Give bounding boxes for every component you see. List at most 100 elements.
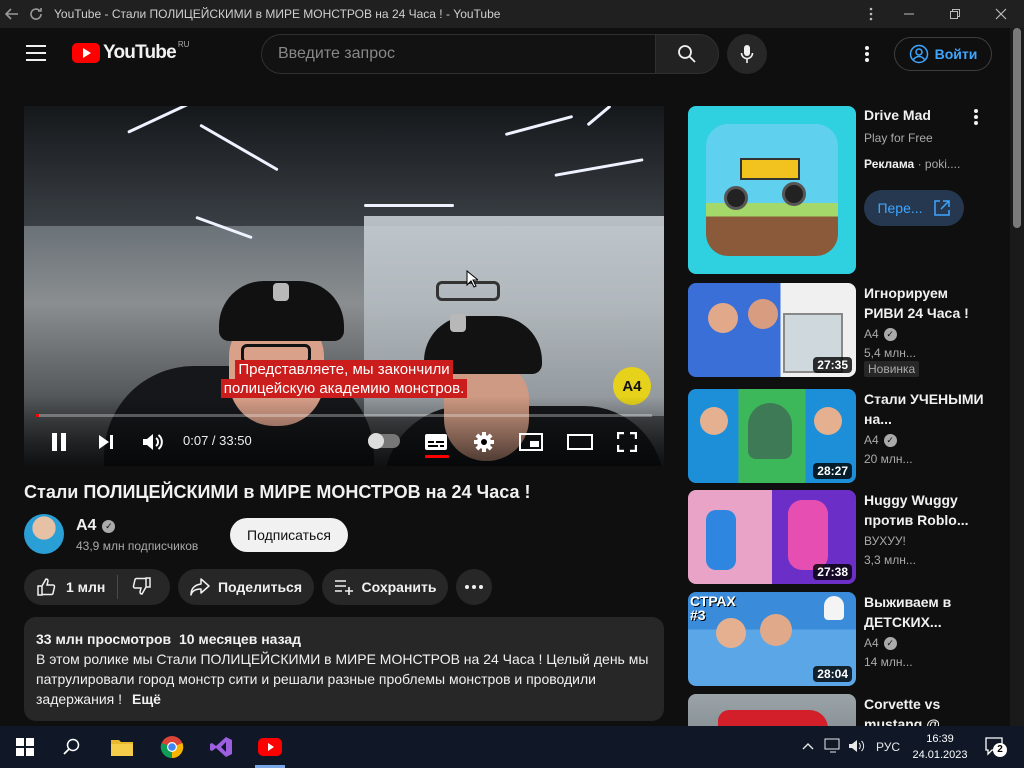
tray-overflow-icon[interactable] <box>802 740 814 754</box>
pause-icon <box>52 433 66 451</box>
reload-icon[interactable] <box>24 0 48 28</box>
channel-name[interactable]: ВУХУУ! <box>864 534 906 548</box>
video-thumbnail[interactable]: 27:38 <box>688 490 856 584</box>
progress-fill <box>36 414 39 417</box>
video-thumbnail[interactable] <box>688 694 856 726</box>
restore-icon[interactable] <box>932 0 978 28</box>
thumb-face <box>700 407 728 435</box>
settings-button[interactable] <box>472 431 496 453</box>
more-actions-button[interactable] <box>456 569 492 605</box>
ad-menu-icon[interactable] <box>970 108 982 128</box>
video-thumbnail[interactable]: СТРАХ #3 28:04 <box>688 592 856 686</box>
next-button[interactable] <box>95 431 117 453</box>
video-player[interactable]: Представляете, мы закончили полицейскую … <box>24 106 664 466</box>
time-display: 0:07 / 33:50 <box>183 433 252 448</box>
channel-name[interactable]: A4 <box>864 327 879 341</box>
search-icon <box>678 45 696 63</box>
taskbar-search-icon[interactable] <box>59 734 85 760</box>
ad-visit-button[interactable]: Пере... <box>864 190 964 226</box>
minimize-icon[interactable] <box>886 0 932 28</box>
dislike-button[interactable] <box>118 576 152 599</box>
network-icon[interactable] <box>824 738 842 757</box>
gear-icon <box>474 432 494 452</box>
fullscreen-button[interactable] <box>616 431 638 453</box>
ad-thumbnail[interactable] <box>688 106 856 274</box>
windows-start-icon[interactable] <box>12 734 38 760</box>
browser-menu-icon[interactable] <box>856 0 886 28</box>
video-title[interactable]: Выживаем в ДЕТСКИХ... <box>864 592 984 632</box>
recommended-video[interactable]: СТРАХ #3 28:04 Выживаем в ДЕТСКИХ... A4 ✓… <box>688 592 1008 686</box>
scrollbar-thumb[interactable] <box>1013 28 1021 228</box>
theater-mode-button[interactable] <box>567 431 593 453</box>
like-button[interactable]: 1 млн <box>24 575 118 599</box>
video-duration: 28:04 <box>813 666 852 682</box>
recommended-video[interactable]: Corvette vs mustang @... <box>688 694 1008 726</box>
verified-icon: ✓ <box>883 636 897 650</box>
subtitles-icon <box>425 434 447 450</box>
window-title: YouTube - Стали ПОЛИЦЕЙСКИМИ в МИРЕ МОНС… <box>54 7 501 21</box>
pause-button[interactable] <box>48 431 70 453</box>
video-title[interactable]: Corvette vs mustang @... <box>864 694 984 726</box>
subscribe-button[interactable]: Подписаться <box>230 518 348 552</box>
logo-region: RU <box>177 40 190 49</box>
video-title[interactable]: Huggy Wuggy против Roblo... <box>864 490 984 530</box>
recommended-video[interactable]: 28:27 Стали УЧЕНЫМИ на... A4 ✓ 20 млн... <box>688 389 1008 483</box>
more-dot <box>479 585 483 589</box>
close-icon[interactable] <box>978 0 1024 28</box>
channel-row: ВУХУУ! <box>864 534 906 548</box>
show-more-link[interactable]: Ещё <box>132 691 161 707</box>
truck-wheel <box>724 186 748 210</box>
miniplayer-button[interactable] <box>519 431 543 453</box>
next-icon <box>99 435 113 449</box>
recommended-video[interactable]: 27:35 Игнорируем РИВИ 24 Часа ! A4 ✓ 5,4 … <box>688 283 1008 377</box>
thumb-face <box>760 614 792 646</box>
youtube-header: YouTube RU Введите запрос Войти <box>0 28 1010 80</box>
system-clock[interactable]: 16:39 24.01.2023 <box>908 731 972 763</box>
video-title[interactable]: Стали УЧЕНЫМИ на... <box>864 389 984 429</box>
save-button[interactable]: Сохранить <box>322 569 448 605</box>
channel-name[interactable]: A4 <box>864 636 879 650</box>
thumbs-up-icon <box>37 578 56 596</box>
notification-center-icon[interactable]: 2 <box>984 736 1008 758</box>
volume-button[interactable] <box>142 431 164 453</box>
file-explorer-icon[interactable] <box>109 734 135 760</box>
microphone-icon <box>740 45 754 63</box>
login-button[interactable]: Войти <box>894 37 992 71</box>
menu-icon[interactable] <box>26 45 46 66</box>
ad-separator: · <box>917 157 922 171</box>
video-duration: 28:27 <box>813 463 852 479</box>
progress-bar[interactable] <box>36 414 652 417</box>
channel-avatar[interactable] <box>24 514 64 554</box>
ad-title[interactable]: Drive Mad <box>864 107 931 123</box>
volume-tray-icon[interactable] <box>848 738 866 757</box>
subtitles-button[interactable] <box>424 431 448 453</box>
description-text-row: В этом ролике мы Стали ПОЛИЦЕЙСКИМИ в МИ… <box>36 649 652 709</box>
description-text: В этом ролике мы Стали ПОЛИЦЕЙСКИМИ в МИ… <box>36 651 649 707</box>
ceiling-light <box>364 204 454 207</box>
input-language[interactable]: РУС <box>876 740 900 754</box>
search-button[interactable] <box>655 34 719 74</box>
ad-label: Реклама <box>864 157 915 171</box>
recommended-video[interactable]: 27:38 Huggy Wuggy против Roblo... ВУХУУ!… <box>688 490 1008 584</box>
settings-more-icon[interactable] <box>857 44 877 64</box>
share-button[interactable]: Поделиться <box>178 569 314 605</box>
voice-search-button[interactable] <box>727 34 767 74</box>
visual-studio-icon[interactable] <box>208 734 234 760</box>
thumb-red-car <box>718 710 828 726</box>
autoplay-toggle[interactable] <box>368 433 400 449</box>
logo-text: YouTube <box>103 42 177 63</box>
description-box[interactable]: 33 млн просмотров 10 месяцев назад В это… <box>24 617 664 721</box>
search-input[interactable]: Введите запрос <box>261 34 655 74</box>
youtube-logo[interactable]: YouTube RU <box>72 40 190 63</box>
page-scrollbar[interactable] <box>1010 28 1024 726</box>
video-title[interactable]: Игнорируем РИВИ 24 Часа ! <box>864 283 984 323</box>
video-thumbnail[interactable]: 27:35 <box>688 283 856 377</box>
chrome-icon[interactable] <box>159 734 185 760</box>
channel-name[interactable]: A4 <box>76 517 96 535</box>
video-thumbnail[interactable]: 28:27 <box>688 389 856 483</box>
channel-name[interactable]: A4 <box>864 433 879 447</box>
youtube-taskbar-icon[interactable] <box>257 734 283 760</box>
video-duration: 27:35 <box>813 357 852 373</box>
back-icon[interactable] <box>0 0 24 28</box>
channel-name-row[interactable]: A4 ✓ <box>76 517 116 535</box>
